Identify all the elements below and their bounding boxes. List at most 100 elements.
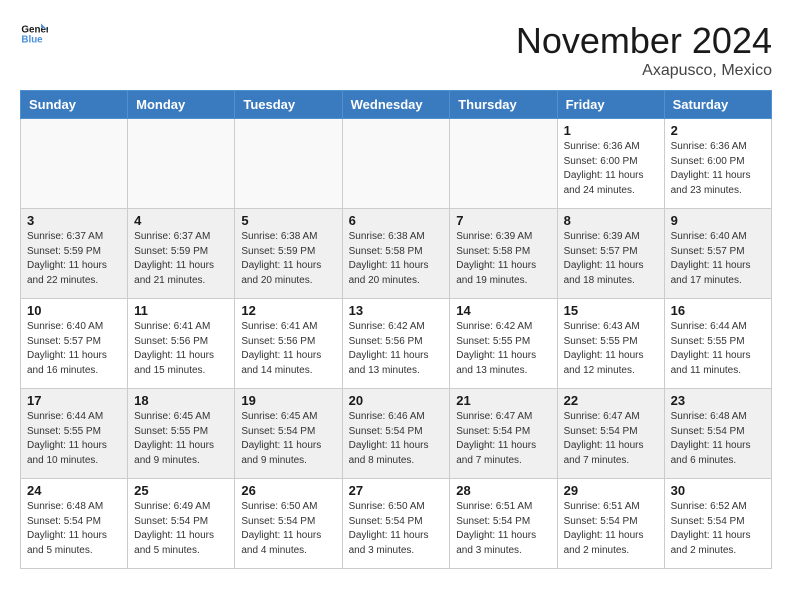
col-wednesday: Wednesday [342,91,450,119]
calendar-week-row: 1 Sunrise: 6:36 AM Sunset: 6:00 PM Daylig… [21,119,772,209]
col-monday: Monday [128,91,235,119]
table-row: 12 Sunrise: 6:41 AM Sunset: 5:56 PM Dayli… [235,299,342,389]
col-tuesday: Tuesday [235,91,342,119]
day-number: 26 [241,483,335,498]
day-info: Sunrise: 6:36 AM Sunset: 6:00 PM Dayligh… [564,140,658,198]
day-number: 29 [564,483,658,498]
day-number: 30 [671,483,765,498]
day-number: 25 [134,483,228,498]
table-row: 29 Sunrise: 6:51 AM Sunset: 5:54 PM Dayli… [557,479,664,569]
calendar-header-row: Sunday Monday Tuesday Wednesday Thursday… [21,91,772,119]
day-number: 22 [564,393,658,408]
day-info: Sunrise: 6:39 AM Sunset: 5:58 PM Dayligh… [456,230,550,288]
calendar-week-row: 10 Sunrise: 6:40 AM Sunset: 5:57 PM Dayli… [21,299,772,389]
calendar-week-row: 3 Sunrise: 6:37 AM Sunset: 5:59 PM Daylig… [21,209,772,299]
day-info: Sunrise: 6:39 AM Sunset: 5:57 PM Dayligh… [564,230,658,288]
table-row [21,119,128,209]
day-number: 5 [241,213,335,228]
day-number: 20 [349,393,444,408]
day-info: Sunrise: 6:49 AM Sunset: 5:54 PM Dayligh… [134,500,228,558]
page-header: General Blue November 2024 Axapusco, Mex… [20,20,772,80]
location: Axapusco, Mexico [516,62,772,80]
table-row: 21Sunrise: 6:47 AM Sunset: 5:54 PM Dayli… [450,389,557,479]
day-number: 21 [456,393,550,408]
table-row: 24 Sunrise: 6:48 AM Sunset: 5:54 PM Dayli… [21,479,128,569]
day-number: 4 [134,213,228,228]
table-row [450,119,557,209]
day-number: 19 [241,393,335,408]
day-info: Sunrise: 6:48 AM Sunset: 5:54 PM Dayligh… [671,410,765,468]
day-number: 8 [564,213,658,228]
table-row: 13Sunrise: 6:42 AM Sunset: 5:56 PM Dayli… [342,299,450,389]
day-info: Sunrise: 6:45 AM Sunset: 5:54 PM Dayligh… [241,410,335,468]
table-row: 6Sunrise: 6:38 AM Sunset: 5:58 PM Daylig… [342,209,450,299]
day-number: 24 [27,483,121,498]
table-row: 25 Sunrise: 6:49 AM Sunset: 5:54 PM Dayli… [128,479,235,569]
day-info: Sunrise: 6:51 AM Sunset: 5:54 PM Dayligh… [564,500,658,558]
table-row: 1 Sunrise: 6:36 AM Sunset: 6:00 PM Daylig… [557,119,664,209]
day-info: Sunrise: 6:52 AM Sunset: 5:54 PM Dayligh… [671,500,765,558]
table-row [342,119,450,209]
day-info: Sunrise: 6:42 AM Sunset: 5:56 PM Dayligh… [349,320,444,378]
day-info: Sunrise: 6:38 AM Sunset: 5:58 PM Dayligh… [349,230,444,288]
day-number: 18 [134,393,228,408]
day-info: Sunrise: 6:40 AM Sunset: 5:57 PM Dayligh… [27,320,121,378]
calendar-week-row: 24 Sunrise: 6:48 AM Sunset: 5:54 PM Dayli… [21,479,772,569]
day-info: Sunrise: 6:50 AM Sunset: 5:54 PM Dayligh… [241,500,335,558]
day-info: Sunrise: 6:41 AM Sunset: 5:56 PM Dayligh… [134,320,228,378]
day-number: 2 [671,123,765,138]
day-number: 3 [27,213,121,228]
table-row: 14 Sunrise: 6:42 AM Sunset: 5:55 PM Dayli… [450,299,557,389]
day-info: Sunrise: 6:47 AM Sunset: 5:54 PM Dayligh… [564,410,658,468]
table-row: 8 Sunrise: 6:39 AM Sunset: 5:57 PM Daylig… [557,209,664,299]
day-info: Sunrise: 6:45 AM Sunset: 5:55 PM Dayligh… [134,410,228,468]
table-row: 17Sunrise: 6:44 AM Sunset: 5:55 PM Dayli… [21,389,128,479]
table-row [128,119,235,209]
table-row: 20 Sunrise: 6:46 AM Sunset: 5:54 PM Dayli… [342,389,450,479]
day-info: Sunrise: 6:48 AM Sunset: 5:54 PM Dayligh… [27,500,121,558]
day-info: Sunrise: 6:46 AM Sunset: 5:54 PM Dayligh… [349,410,444,468]
day-number: 16 [671,303,765,318]
month-title: November 2024 [516,20,772,62]
table-row: 22 Sunrise: 6:47 AM Sunset: 5:54 PM Dayli… [557,389,664,479]
day-info: Sunrise: 6:50 AM Sunset: 5:54 PM Dayligh… [349,500,444,558]
day-number: 1 [564,123,658,138]
day-info: Sunrise: 6:41 AM Sunset: 5:56 PM Dayligh… [241,320,335,378]
day-number: 17 [27,393,121,408]
table-row: 11Sunrise: 6:41 AM Sunset: 5:56 PM Dayli… [128,299,235,389]
day-number: 10 [27,303,121,318]
table-row: 28 Sunrise: 6:51 AM Sunset: 5:54 PM Dayli… [450,479,557,569]
table-row: 7 Sunrise: 6:39 AM Sunset: 5:58 PM Daylig… [450,209,557,299]
day-number: 9 [671,213,765,228]
table-row: 2Sunrise: 6:36 AM Sunset: 6:00 PM Daylig… [664,119,771,209]
day-number: 27 [349,483,444,498]
day-info: Sunrise: 6:42 AM Sunset: 5:55 PM Dayligh… [456,320,550,378]
table-row: 23 Sunrise: 6:48 AM Sunset: 5:54 PM Dayli… [664,389,771,479]
col-sunday: Sunday [21,91,128,119]
day-number: 28 [456,483,550,498]
table-row: 3 Sunrise: 6:37 AM Sunset: 5:59 PM Daylig… [21,209,128,299]
day-number: 15 [564,303,658,318]
table-row [235,119,342,209]
table-row: 15Sunrise: 6:43 AM Sunset: 5:55 PM Dayli… [557,299,664,389]
table-row: 19 Sunrise: 6:45 AM Sunset: 5:54 PM Dayli… [235,389,342,479]
day-number: 23 [671,393,765,408]
day-info: Sunrise: 6:37 AM Sunset: 5:59 PM Dayligh… [134,230,228,288]
day-number: 12 [241,303,335,318]
col-friday: Friday [557,91,664,119]
day-info: Sunrise: 6:51 AM Sunset: 5:54 PM Dayligh… [456,500,550,558]
day-info: Sunrise: 6:38 AM Sunset: 5:59 PM Dayligh… [241,230,335,288]
table-row: 18 Sunrise: 6:45 AM Sunset: 5:55 PM Dayli… [128,389,235,479]
table-row: 9 Sunrise: 6:40 AM Sunset: 5:57 PM Daylig… [664,209,771,299]
table-row: 26 Sunrise: 6:50 AM Sunset: 5:54 PM Dayli… [235,479,342,569]
day-info: Sunrise: 6:44 AM Sunset: 5:55 PM Dayligh… [671,320,765,378]
table-row: 27 Sunrise: 6:50 AM Sunset: 5:54 PM Dayli… [342,479,450,569]
col-saturday: Saturday [664,91,771,119]
day-number: 14 [456,303,550,318]
day-info: Sunrise: 6:40 AM Sunset: 5:57 PM Dayligh… [671,230,765,288]
table-row: 30 Sunrise: 6:52 AM Sunset: 5:54 PM Dayli… [664,479,771,569]
logo: General Blue [20,20,48,48]
title-section: November 2024 Axapusco, Mexico [516,20,772,80]
day-info: Sunrise: 6:37 AM Sunset: 5:59 PM Dayligh… [27,230,121,288]
day-number: 7 [456,213,550,228]
